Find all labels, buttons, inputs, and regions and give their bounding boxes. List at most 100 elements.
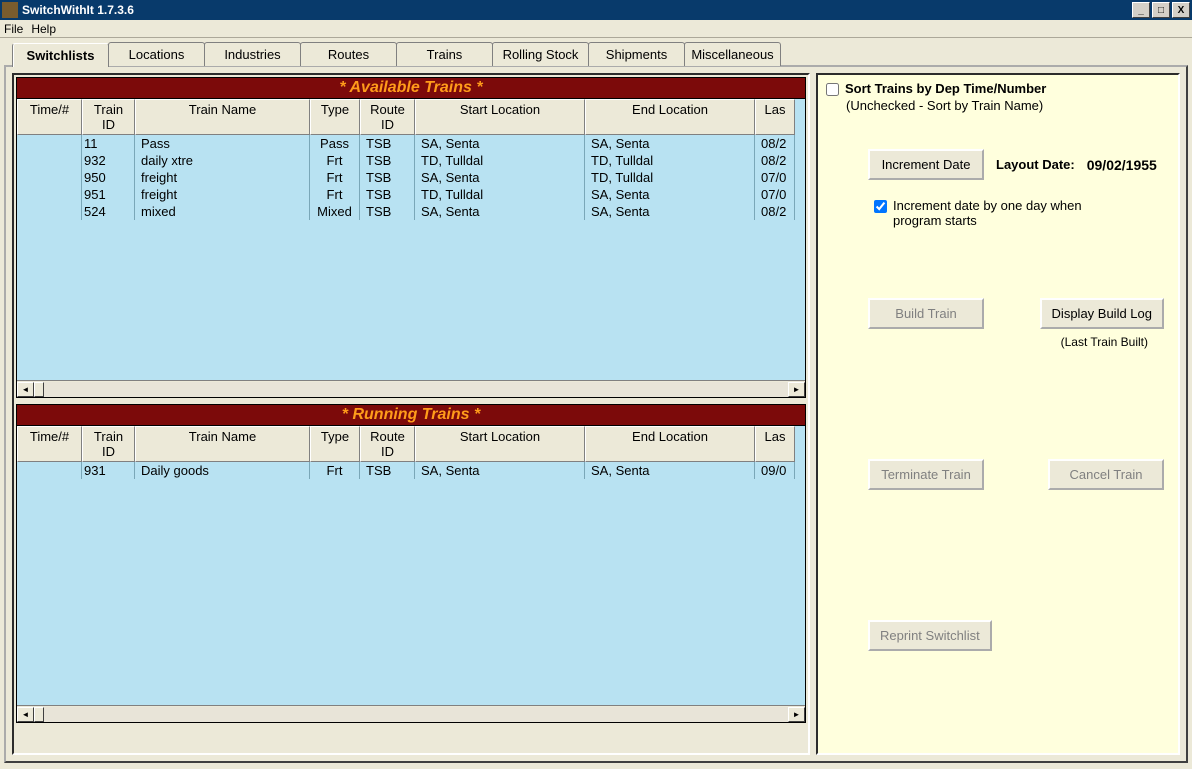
available-trains-title: * Available Trains * [16,77,806,98]
available-trains-table: Time/# Train ID Train Name Type Route ID… [16,98,806,398]
col-train-name[interactable]: Train Name [135,426,310,462]
cell-id: 931 [82,462,135,479]
app-icon [2,2,18,18]
close-button[interactable]: X [1172,2,1190,18]
table-row[interactable]: 950freightFrtTSBSA, SentaTD, Tulldal07/0 [17,169,805,186]
col-train-name[interactable]: Train Name [135,99,310,135]
col-route-id[interactable]: Route ID [360,99,415,135]
scroll-thumb[interactable] [34,382,44,397]
col-end-location[interactable]: End Location [585,99,755,135]
cell-type: Frt [310,462,360,479]
cell-route: TSB [360,462,415,479]
cell-time [17,135,82,152]
col-route-id[interactable]: Route ID [360,426,415,462]
col-last[interactable]: Las [755,99,795,135]
table-row[interactable]: 951freightFrtTSBTD, TulldalSA, Senta07/0 [17,186,805,203]
cell-last: 07/0 [755,186,795,203]
cell-start: SA, Senta [415,135,585,152]
col-last[interactable]: Las [755,426,795,462]
tabstrip: Switchlists Locations Industries Routes … [12,42,1188,66]
titlebar: SwitchWithIt 1.7.3.6 _ □ X [0,0,1192,20]
scroll-right-icon[interactable]: ► [788,707,805,722]
cell-type: Frt [310,169,360,186]
tab-trains[interactable]: Trains [396,42,493,66]
display-build-log-sub: (Last Train Built) [826,335,1170,349]
maximize-button[interactable]: □ [1152,2,1170,18]
cell-name: freight [135,186,310,203]
col-type[interactable]: Type [310,426,360,462]
increment-date-button[interactable]: Increment Date [868,149,984,180]
cell-route: TSB [360,152,415,169]
terminate-train-button[interactable]: Terminate Train [868,459,984,490]
cell-name: Daily goods [135,462,310,479]
menu-file[interactable]: File [4,22,23,36]
cell-end: SA, Senta [585,462,755,479]
running-trains-table: Time/# Train ID Train Name Type Route ID… [16,425,806,723]
cell-time [17,203,82,220]
scroll-right-icon[interactable]: ► [788,382,805,397]
cell-id: 950 [82,169,135,186]
cell-type: Pass [310,135,360,152]
reprint-switchlist-button[interactable]: Reprint Switchlist [868,620,992,651]
cell-end: TD, Tulldal [585,152,755,169]
window-title: SwitchWithIt 1.7.3.6 [22,3,134,17]
cell-id: 524 [82,203,135,220]
cancel-train-button[interactable]: Cancel Train [1048,459,1164,490]
cell-last: 08/2 [755,203,795,220]
col-start-location[interactable]: Start Location [415,99,585,135]
col-time[interactable]: Time/# [17,426,82,462]
cell-route: TSB [360,203,415,220]
cell-name: daily xtre [135,152,310,169]
increment-auto-checkbox[interactable] [874,200,887,213]
table-row[interactable]: 11PassPassTSBSA, SentaSA, Senta08/2 [17,135,805,152]
minimize-button[interactable]: _ [1132,2,1150,18]
col-train-id[interactable]: Train ID [82,99,135,135]
sort-trains-checkbox[interactable] [826,83,839,96]
tab-shipments[interactable]: Shipments [588,42,685,66]
table-row[interactable]: 524mixedMixedTSBSA, SentaSA, Senta08/2 [17,203,805,220]
cell-id: 11 [82,135,135,152]
col-start-location[interactable]: Start Location [415,426,585,462]
scroll-thumb[interactable] [34,707,44,722]
table-row[interactable]: 931Daily goodsFrtTSBSA, SentaSA, Senta09… [17,462,805,479]
cell-start: SA, Senta [415,169,585,186]
cell-id: 932 [82,152,135,169]
window-controls: _ □ X [1132,2,1190,18]
cell-last: 08/2 [755,152,795,169]
col-end-location[interactable]: End Location [585,426,755,462]
display-build-log-button[interactable]: Display Build Log [1040,298,1164,329]
col-type[interactable]: Type [310,99,360,135]
tab-locations[interactable]: Locations [108,42,205,66]
running-hscroll[interactable]: ◄ ► [17,705,805,722]
sort-trains-sublabel: (Unchecked - Sort by Train Name) [846,98,1170,113]
cell-route: TSB [360,186,415,203]
col-time[interactable]: Time/# [17,99,82,135]
tab-industries[interactable]: Industries [204,42,301,66]
cell-time [17,169,82,186]
cell-name: mixed [135,203,310,220]
table-row[interactable]: 932daily xtreFrtTSBTD, TulldalTD, Tullda… [17,152,805,169]
cell-start: SA, Senta [415,462,585,479]
tab-routes[interactable]: Routes [300,42,397,66]
cell-name: freight [135,169,310,186]
increment-auto-label: Increment date by one day when program s… [893,198,1093,228]
cell-route: TSB [360,135,415,152]
tab-miscellaneous[interactable]: Miscellaneous [684,42,781,66]
available-hscroll[interactable]: ◄ ► [17,380,805,397]
cell-route: TSB [360,169,415,186]
menu-help[interactable]: Help [31,22,56,36]
cell-start: TD, Tulldal [415,152,585,169]
scroll-left-icon[interactable]: ◄ [17,707,34,722]
tab-switchlists[interactable]: Switchlists [12,43,109,67]
right-panel: Sort Trains by Dep Time/Number (Unchecke… [816,73,1180,755]
cell-type: Frt [310,186,360,203]
cell-name: Pass [135,135,310,152]
cell-type: Mixed [310,203,360,220]
scroll-left-icon[interactable]: ◄ [17,382,34,397]
build-train-button[interactable]: Build Train [868,298,984,329]
cell-end: SA, Senta [585,186,755,203]
tab-rolling-stock[interactable]: Rolling Stock [492,42,589,66]
layout-date-value: 09/02/1955 [1087,157,1157,173]
col-train-id[interactable]: Train ID [82,426,135,462]
cell-last: 08/2 [755,135,795,152]
